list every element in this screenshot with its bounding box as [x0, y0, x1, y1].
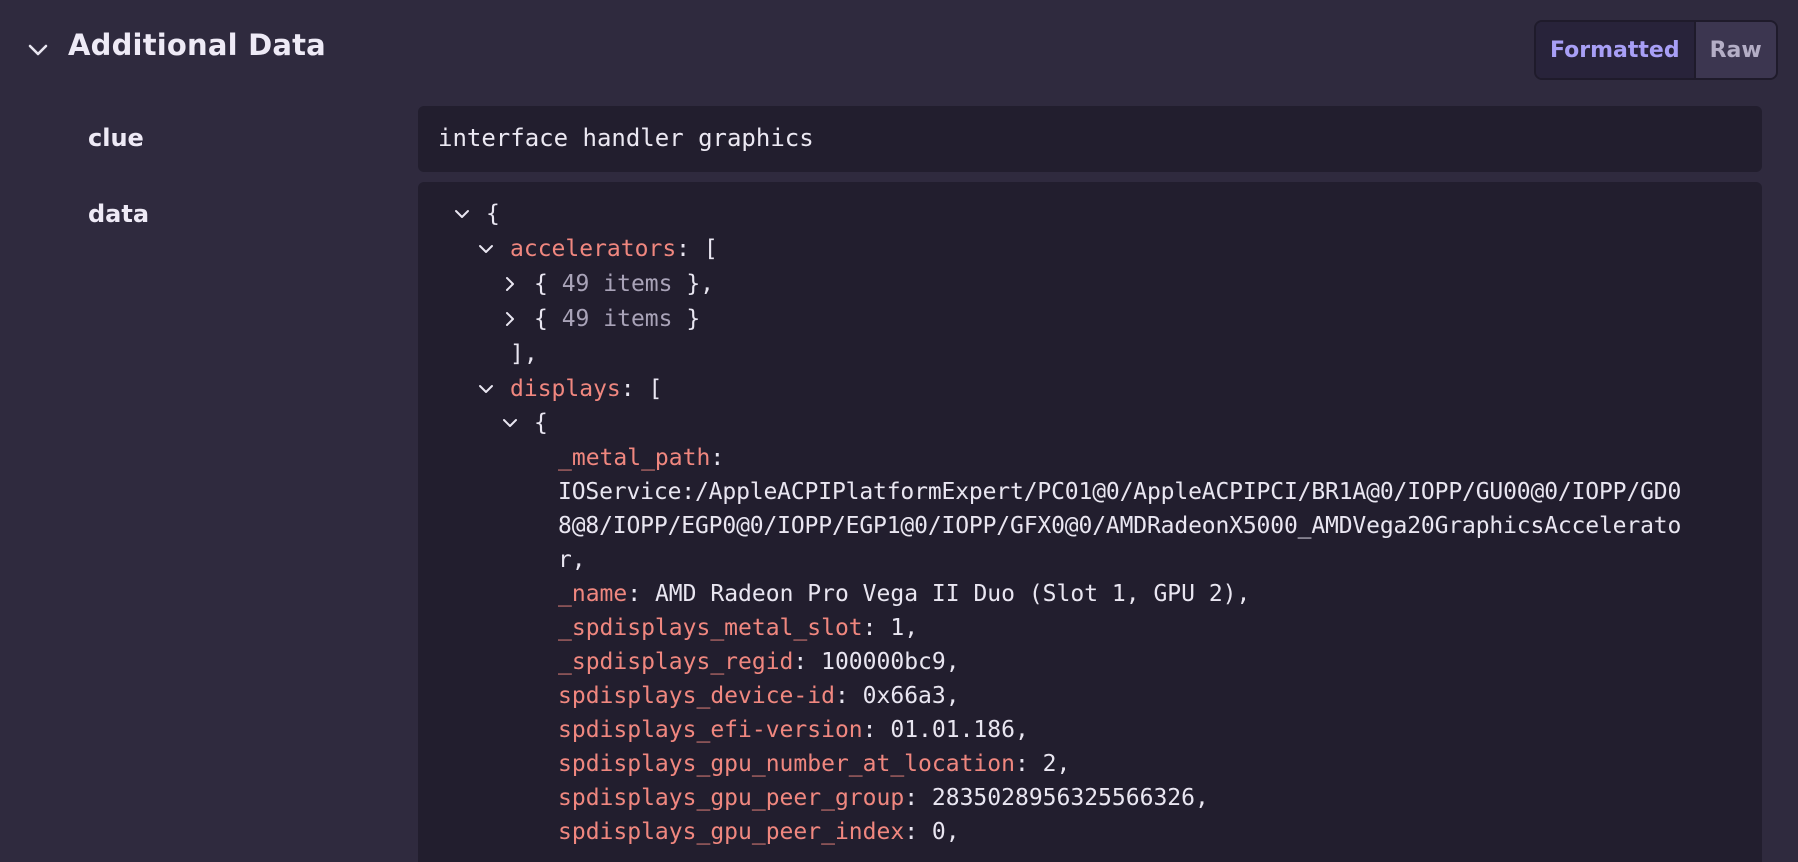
chevron-down-icon[interactable] — [476, 232, 496, 266]
json-value: 01.01.186, — [890, 717, 1029, 743]
chevron-down-icon[interactable] — [24, 36, 52, 64]
json-value: 100000bc9, — [821, 649, 960, 675]
json-field: spdisplays_efi-version: 01.01.186, — [558, 717, 1029, 743]
json-key: spdisplays_efi-version — [558, 717, 863, 743]
formatted-button[interactable]: Formatted — [1536, 22, 1696, 78]
json-value: 1, — [890, 615, 919, 641]
json-collapsed-object[interactable]: { 49 items }, — [534, 267, 714, 301]
json-key-line: displays: [ — [510, 372, 662, 406]
json-key: _spdisplays_regid — [558, 649, 794, 675]
json-field: _name: AMD Radeon Pro Vega II Duo (Slot … — [558, 581, 1251, 607]
json-summary: 49 items — [561, 306, 673, 332]
json-object-open: { — [534, 410, 548, 436]
chevron-down-icon[interactable] — [452, 197, 472, 231]
json-punct: { — [534, 271, 562, 297]
clue-value: interface handler graphics — [438, 124, 814, 152]
section-title: Additional Data — [68, 28, 326, 62]
json-key: displays — [510, 376, 621, 402]
chevron-down-icon[interactable] — [500, 406, 520, 440]
json-value: AMD Radeon Pro Vega II Duo (Slot 1, GPU … — [654, 581, 1251, 607]
json-array-close: ], — [510, 341, 538, 367]
clue-label: clue — [88, 124, 144, 152]
json-key: spdisplays_gpu_peer_group — [558, 785, 905, 811]
json-punct: : [ — [676, 236, 718, 262]
json-key: _spdisplays_metal_slot — [558, 615, 863, 641]
json-key: spdisplays_gpu_number_at_location — [558, 751, 1015, 777]
json-value: 0x66a3, — [862, 683, 960, 709]
clue-value-box: interface handler graphics — [418, 106, 1762, 172]
json-key: spdisplays_gpu_peer_index — [558, 819, 905, 845]
raw-button[interactable]: Raw — [1695, 22, 1776, 78]
json-collapsed-object[interactable]: { 49 items } — [534, 302, 700, 336]
data-label: data — [88, 200, 150, 228]
json-field: _spdisplays_regid: 100000bc9, — [558, 649, 960, 675]
json-key-line: _metal_path: — [558, 445, 725, 471]
json-punct: { — [534, 306, 562, 332]
data-value-box: { accelerators: [ { 49 items }, { 49 ite… — [418, 182, 1762, 862]
json-key-line: accelerators: [ — [510, 232, 718, 266]
json-field: _spdisplays_metal_slot: 1, — [558, 615, 919, 641]
json-key: _metal_path — [558, 445, 711, 471]
json-key: accelerators — [510, 236, 677, 262]
json-value: 8@8/IOPP/EGP0@0/IOPP/EGP1@0/IOPP/GFX0@0/… — [558, 513, 1682, 539]
json-punct: : [ — [620, 376, 663, 402]
json-value: 0, — [931, 819, 960, 845]
json-value: IOService:/AppleACPIPlatformExpert/PC01@… — [558, 479, 1682, 505]
section-header: Additional Data Formatted Raw — [0, 0, 1798, 100]
additional-data-panel: Additional Data Formatted Raw clue inter… — [0, 0, 1798, 862]
json-field: spdisplays_gpu_number_at_location: 2, — [558, 751, 1071, 777]
json-field: spdisplays_device-id: 0x66a3, — [558, 683, 960, 709]
json-punct: } — [672, 306, 701, 332]
chevron-right-icon[interactable] — [500, 267, 520, 301]
json-value: 2, — [1042, 751, 1071, 777]
json-field: spdisplays_gpu_peer_index: 0, — [558, 819, 960, 845]
view-mode-toggle: Formatted Raw — [1534, 20, 1778, 80]
chevron-right-icon[interactable] — [500, 302, 520, 336]
json-punct: }, — [672, 271, 715, 297]
json-root-open: { — [486, 201, 500, 227]
json-value: 2835028956325566326, — [931, 785, 1209, 811]
json-key: spdisplays_device-id — [558, 683, 835, 709]
json-field: spdisplays_gpu_peer_group: 2835028956325… — [558, 785, 1209, 811]
json-value: r, — [558, 547, 586, 573]
chevron-down-icon[interactable] — [476, 372, 496, 406]
json-summary: 49 items — [561, 271, 673, 297]
json-key: _name — [558, 581, 628, 607]
